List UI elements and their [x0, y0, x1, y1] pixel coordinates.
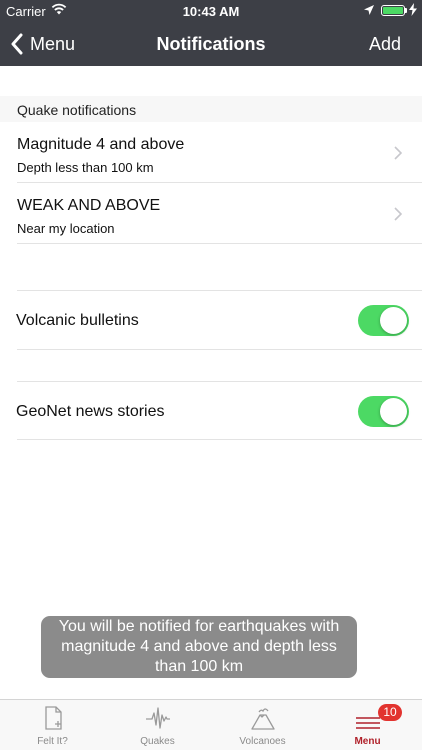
tab-quakes[interactable]: Quakes [105, 700, 210, 750]
section-header-label: Quake notifications [17, 102, 137, 118]
volcano-icon [250, 708, 275, 730]
chevron-right-icon [394, 207, 402, 221]
battery-tip [405, 8, 407, 13]
divider [17, 349, 422, 350]
toggle-row-geonet-news: GeoNet news stories [0, 382, 422, 439]
battery-icon [381, 5, 405, 16]
divider [17, 243, 422, 244]
volcanic-bulletins-label: Volcanic bulletins [16, 312, 139, 329]
menu-badge: 10 [378, 704, 402, 721]
chevron-left-icon [11, 33, 23, 55]
tab-menu[interactable]: Menu [315, 700, 420, 750]
clock: 10:43 AM [182, 4, 240, 19]
toast-message: You will be notified for earthquakes wit… [41, 616, 357, 678]
top-bar: Carrier 10:43 AM Menu Notifications Add [0, 0, 422, 66]
navigation-bar: Menu Notifications Add [0, 22, 422, 66]
seismograph-icon [145, 707, 170, 729]
toggle-row-volcanic-bulletins: Volcanic bulletins [0, 291, 422, 349]
quake-notification-title: WEAK AND ABOVE [17, 197, 161, 214]
section-header-quake-notifications: Quake notifications [0, 96, 422, 122]
status-bar: Carrier 10:43 AM [0, 0, 422, 22]
back-button-label: Menu [30, 33, 76, 54]
tab-label: Quakes [140, 736, 175, 747]
back-button[interactable]: Menu [10, 32, 75, 56]
charging-bolt-icon [409, 3, 417, 16]
tab-felt-it[interactable]: Felt It? [0, 700, 105, 750]
tab-label: Volcanoes [239, 736, 286, 747]
geonet-news-switch[interactable] [358, 396, 409, 427]
volcanic-bulletins-switch[interactable] [358, 305, 409, 336]
tab-bar: Felt It? Quakes Volcanoes Menu [0, 699, 422, 750]
menu-icon [355, 717, 380, 729]
quake-notification-row[interactable]: WEAK AND ABOVE Near my location [0, 183, 422, 243]
geonet-news-label: GeoNet news stories [16, 403, 165, 420]
tab-label: Menu [354, 736, 381, 747]
quake-notification-subtitle: Near my location [17, 221, 115, 236]
divider [17, 439, 422, 440]
toast-text: You will be notified for earthquakes wit… [58, 618, 340, 675]
felt-it-document-icon [44, 706, 62, 730]
tab-volcanoes[interactable]: Volcanoes [210, 700, 315, 750]
chevron-right-icon [394, 146, 402, 160]
location-arrow-icon [364, 5, 374, 15]
add-button[interactable]: Add [369, 34, 401, 55]
tab-label: Felt It? [37, 736, 68, 747]
quake-notification-subtitle: Depth less than 100 km [17, 160, 154, 175]
quake-notification-row[interactable]: Magnitude 4 and above Depth less than 10… [0, 122, 422, 182]
quake-notification-title: Magnitude 4 and above [17, 136, 185, 153]
